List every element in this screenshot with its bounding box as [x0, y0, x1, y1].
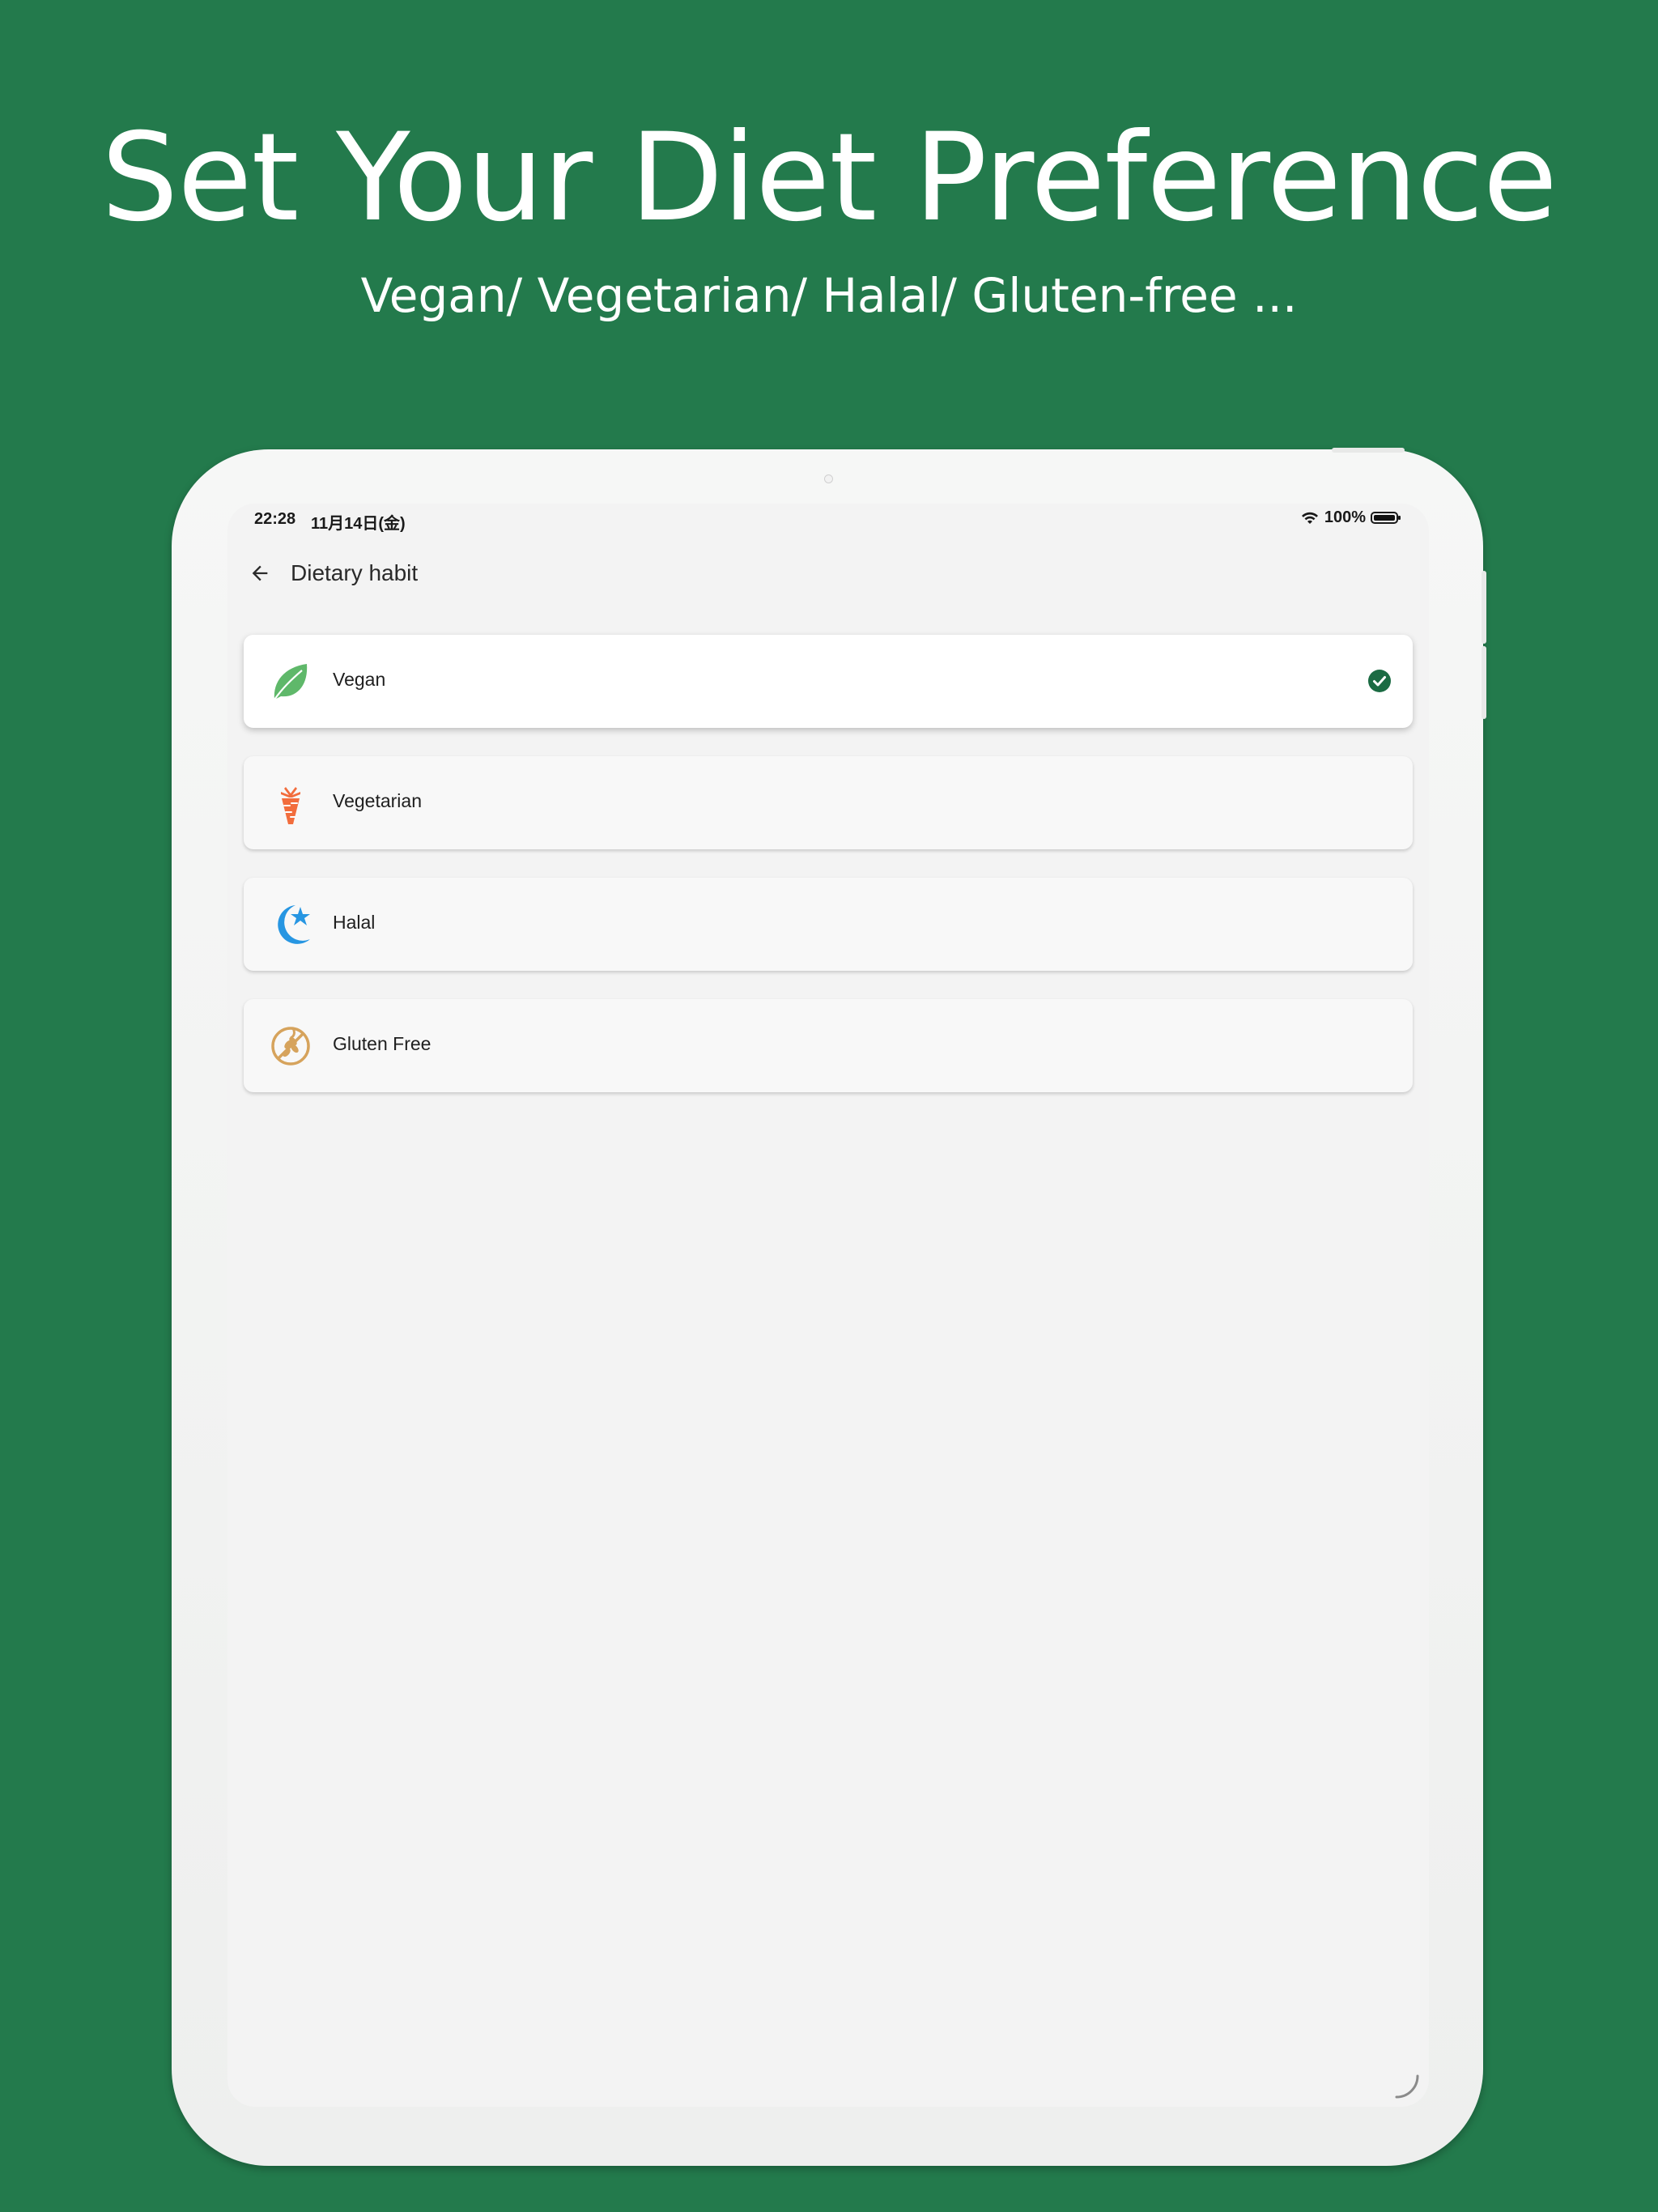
wifi-icon — [1301, 512, 1318, 524]
battery-percent: 100% — [1324, 508, 1366, 526]
page-title: Dietary habit — [291, 560, 419, 585]
device-volume-up-button — [1482, 571, 1486, 644]
status-bar: 22:28 11月14日(金) 100% — [227, 504, 1429, 534]
back-button[interactable] — [244, 557, 276, 589]
diet-option-label: Gluten Free — [333, 1033, 432, 1054]
diet-option-label: Vegetarian — [333, 790, 422, 811]
screen-corner-indicator — [1395, 2074, 1419, 2099]
status-date: 11月14日(金) — [311, 515, 406, 533]
carrot-icon — [281, 787, 300, 824]
front-camera — [824, 474, 833, 483]
diet-option-gluten-free[interactable]: Gluten Free — [244, 999, 1413, 1092]
device-volume-down-button — [1482, 646, 1486, 719]
diet-option-vegan[interactable]: Vegan — [244, 635, 1413, 728]
diet-option-label: Halal — [333, 912, 376, 933]
battery-icon — [1371, 512, 1401, 524]
battery-fill — [1374, 515, 1395, 521]
status-right: 100% — [1300, 508, 1401, 527]
crescent-star-icon — [278, 905, 310, 944]
app-bar: Dietary habit — [227, 549, 1429, 598]
promo-title: Set Your Diet Preference — [101, 108, 1558, 249]
promo-subtitle: Vegan/ Vegetarian/ Halal/ Gluten-free ..… — [360, 268, 1298, 323]
status-time: 22:28 — [254, 510, 296, 528]
check-circle-icon — [1368, 670, 1391, 692]
device-screen: 22:28 11月14日(金) 100% Dietary habit Vegan… — [227, 504, 1429, 2107]
leaf-icon — [274, 664, 308, 700]
device-top-button — [1332, 448, 1405, 453]
no-wheat-icon — [271, 1027, 310, 1066]
diet-option-vegetarian[interactable]: Vegetarian — [244, 756, 1413, 849]
arrow-left-icon — [252, 565, 268, 581]
diet-option-halal[interactable]: Halal — [244, 878, 1413, 971]
diet-option-label: Vegan — [333, 669, 386, 690]
diet-option-list: Vegan Vegetarian Halal Gluten Free — [244, 635, 1413, 1121]
